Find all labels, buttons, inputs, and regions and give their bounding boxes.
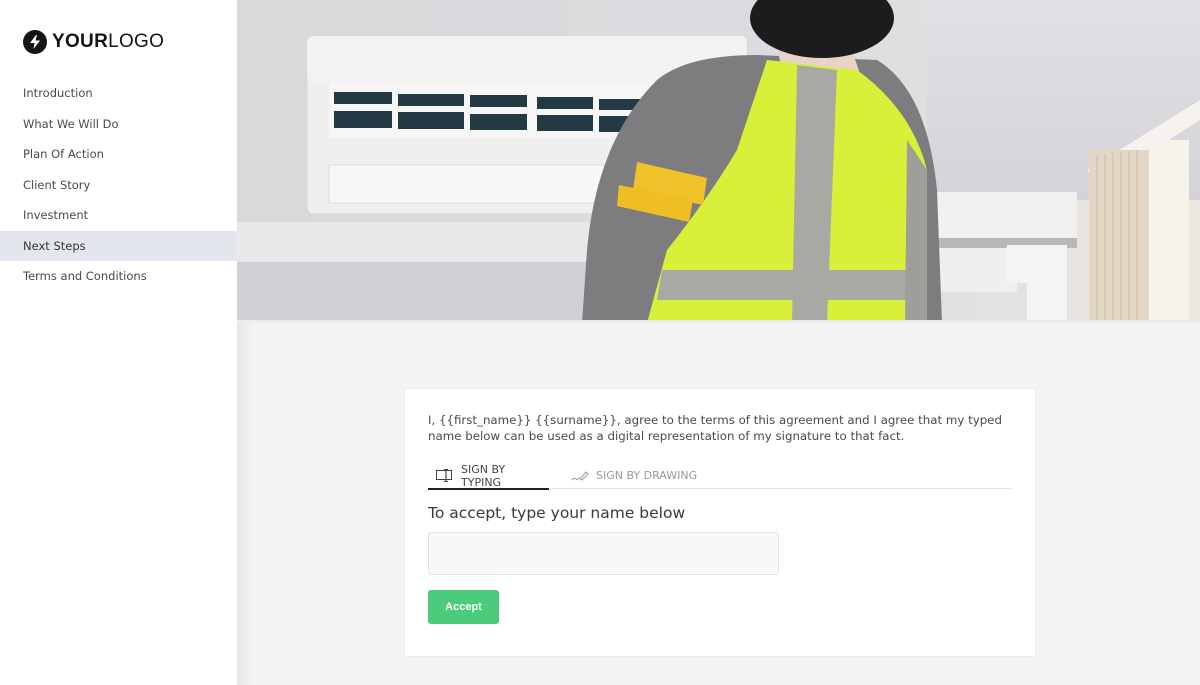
tab-sign-by-typing-label: SIGN BY TYPING bbox=[461, 462, 506, 489]
accept-instruction: To accept, type your name below bbox=[428, 504, 686, 522]
sidebar-item-plan-of-action[interactable]: Plan Of Action bbox=[0, 139, 237, 170]
signature-card: I, {{first_name}} {{surname}}, agree to … bbox=[404, 388, 1036, 657]
sidebar-nav: Introduction What We Will Do Plan Of Act… bbox=[0, 78, 237, 292]
tab-sign-by-drawing[interactable]: SIGN BY DRAWING bbox=[563, 462, 705, 489]
agreement-text: I, {{first_name}} {{surname}}, agree to … bbox=[428, 413, 1002, 443]
sidebar-item-investment[interactable]: Investment bbox=[0, 200, 237, 231]
sidebar-item-terms-and-conditions[interactable]: Terms and Conditions bbox=[0, 261, 237, 292]
signature-name-input[interactable] bbox=[428, 532, 779, 575]
lightning-bolt-icon bbox=[23, 30, 47, 54]
hero-illustration bbox=[237, 0, 1200, 323]
logo[interactable]: YOURLOGO bbox=[23, 30, 164, 54]
sidebar-item-next-steps[interactable]: Next Steps bbox=[0, 230, 237, 261]
tab-sign-by-typing[interactable]: SIGN BY TYPING bbox=[428, 462, 549, 490]
sidebar-item-what-we-will-do[interactable]: What We Will Do bbox=[0, 109, 237, 140]
sidebar: YOURLOGO Introduction What We Will Do Pl… bbox=[0, 0, 237, 685]
tab-sign-by-drawing-label: SIGN BY DRAWING bbox=[596, 469, 698, 482]
hero-image bbox=[237, 0, 1200, 323]
accept-button[interactable]: Accept bbox=[428, 590, 499, 624]
logo-text-bold: YOUR bbox=[52, 31, 109, 52]
logo-text-light: LOGO bbox=[108, 31, 165, 52]
signature-tabs: SIGN BY TYPING SIGN BY DRAWING bbox=[428, 462, 1013, 490]
logo-text: YOURLOGO bbox=[52, 30, 164, 54]
sidebar-item-introduction[interactable]: Introduction bbox=[0, 78, 237, 109]
pen-icon bbox=[571, 470, 589, 482]
text-cursor-icon bbox=[436, 469, 454, 482]
sidebar-item-client-story[interactable]: Client Story bbox=[0, 170, 237, 201]
sidebar-shadow bbox=[237, 323, 253, 685]
